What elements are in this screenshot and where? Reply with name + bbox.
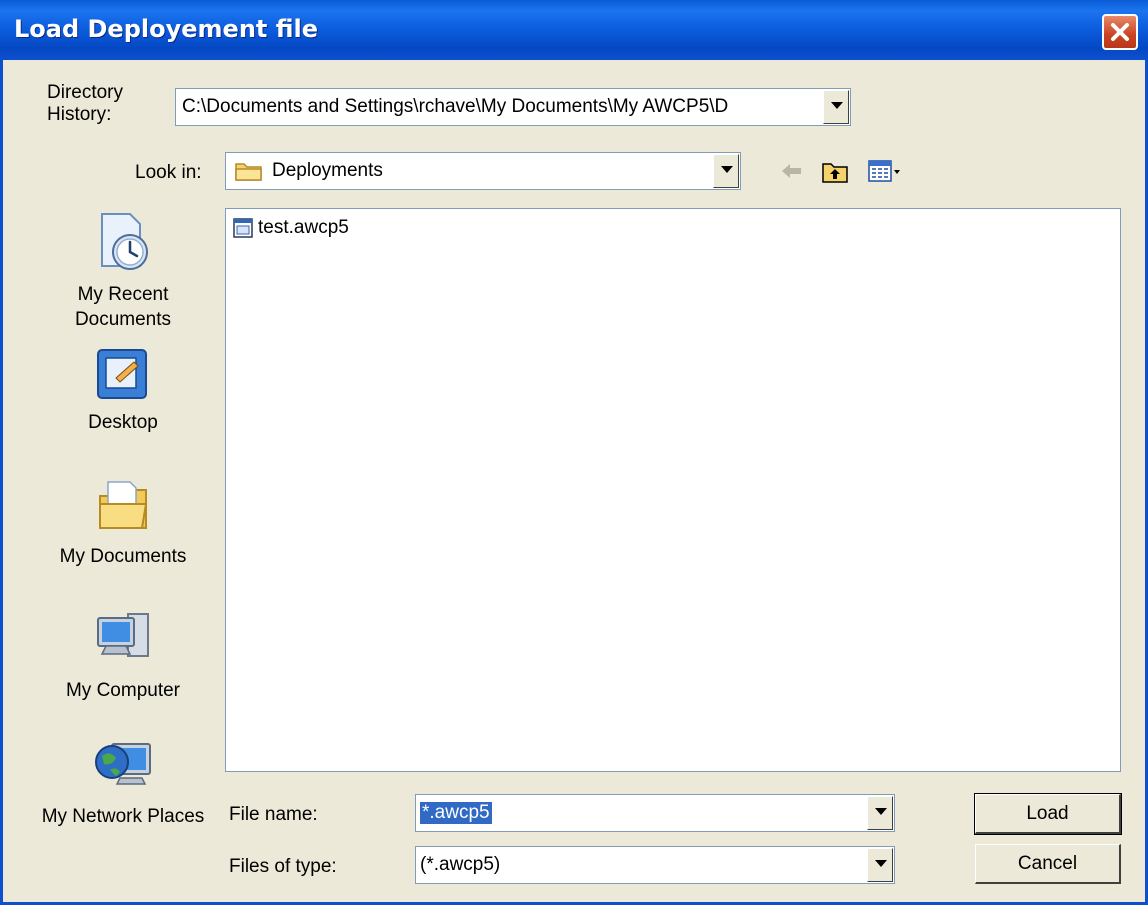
file-name-content: *.awcp5 [420,795,864,831]
directory-history-label: Directory History: [47,82,124,125]
file-type-label: Files of type: [229,856,337,877]
close-icon [1111,23,1129,41]
file-name-label: File name: [229,804,318,825]
places-my-documents[interactable]: My Documents [33,472,213,569]
up-folder-icon [822,163,848,183]
places-desktop[interactable]: Desktop [33,344,213,435]
file-icon [233,218,253,238]
chevron-down-icon[interactable] [867,848,893,882]
up-folder-button[interactable] [821,158,849,190]
file-type-select[interactable]: (*.awcp5) [415,846,895,884]
view-menu-button[interactable] [867,158,903,190]
view-menu-icon [868,160,900,182]
window-title: Load Deployement file [14,15,319,43]
desktop-icon [97,349,147,399]
chevron-down-icon[interactable] [823,90,849,124]
file-name-field[interactable]: *.awcp5 [415,794,895,832]
file-name-value: *.awcp5 [420,802,492,824]
place-label: My Documents [59,546,187,567]
chevron-down-icon[interactable] [713,154,739,188]
directory-history-value: C:\Documents and Settings\rchave\My Docu… [182,96,729,117]
place-label: My Computer [65,680,181,701]
cancel-button[interactable]: Cancel [975,844,1121,884]
place-label: My Recent Documents [74,284,172,330]
place-label: My Network Places [41,806,205,827]
my-computer-icon [97,613,149,657]
file-name: test.awcp5 [258,217,349,238]
directory-history-combo[interactable]: C:\Documents and Settings\rchave\My Docu… [175,88,851,126]
back-button[interactable] [779,160,805,188]
look-in-combo[interactable]: Deployments [225,152,741,190]
look-in-content: Deployments [234,153,710,189]
file-list[interactable]: test.awcp5 [225,208,1121,772]
list-item[interactable]: test.awcp5 [232,217,349,239]
recent-documents-icon [101,213,148,270]
close-button[interactable] [1102,14,1138,50]
chevron-down-icon[interactable] [867,796,893,830]
look-in-label: Look in: [135,162,202,183]
places-my-recent-documents[interactable]: My Recent Documents [33,210,213,332]
my-documents-icon [99,481,148,529]
place-label: Desktop [88,412,158,433]
places-my-network-places[interactable]: My Network Places [33,732,213,829]
look-in-value: Deployments [272,160,383,181]
back-arrow-icon [782,164,801,178]
places-my-computer[interactable]: My Computer [33,606,213,703]
network-places-icon [95,743,151,785]
folder-icon [235,163,262,181]
title-bar[interactable]: Load Deployement file [0,0,1148,60]
file-type-value: (*.awcp5) [420,854,501,875]
load-button[interactable]: Load [974,793,1122,835]
dialog-body: Directory History: C:\Documents and Sett… [0,60,1148,905]
